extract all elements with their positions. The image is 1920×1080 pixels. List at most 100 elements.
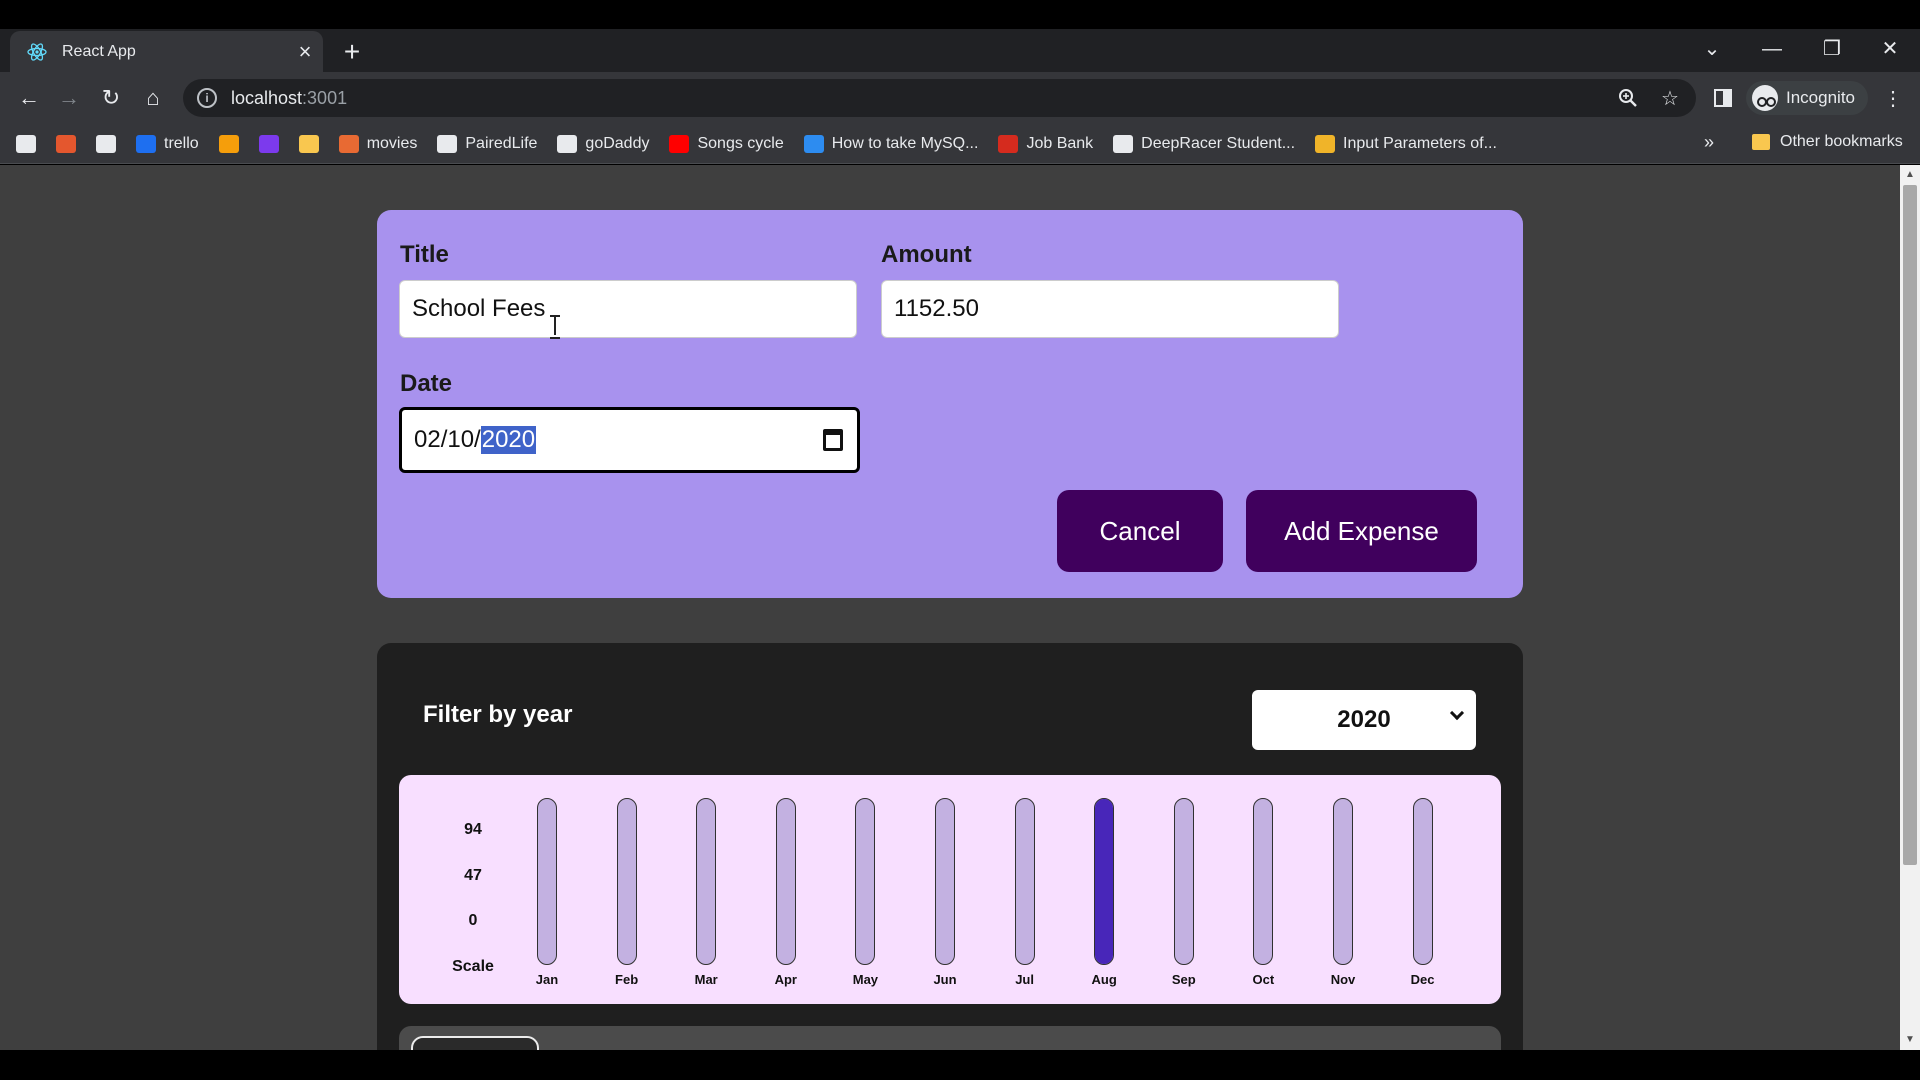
chart-bar-nov	[1333, 798, 1353, 965]
chart-bar-fill	[1095, 799, 1114, 964]
tab-strip: React App × + ⌄ — ❐ ✕	[0, 0, 1920, 72]
reload-icon[interactable]: ↻	[94, 81, 128, 115]
browser-menu-icon[interactable]: ⋮	[1876, 81, 1910, 115]
red-chevron-icon	[56, 134, 76, 153]
package-icon	[1315, 134, 1336, 153]
chart-month-label: May	[852, 972, 879, 987]
chart-month-label: Jul	[1015, 972, 1034, 987]
bookmark-label: Songs cycle	[697, 134, 784, 152]
scale-label: Scale	[452, 958, 494, 975]
bookmark-item[interactable]: DeepRacer Student...	[1113, 134, 1296, 153]
scrollbar-thumb[interactable]	[1903, 185, 1917, 865]
bookmark-item[interactable]	[298, 134, 319, 153]
chart-bar-jan	[537, 798, 557, 965]
ticket-icon	[96, 134, 116, 153]
close-window-icon[interactable]: ✕	[1870, 32, 1910, 66]
bookmark-item[interactable]	[96, 134, 116, 153]
bookmark-item[interactable]: Input Parameters of...	[1315, 134, 1497, 153]
bookmark-item[interactable]	[218, 134, 239, 153]
minimize-icon[interactable]: —	[1752, 32, 1792, 66]
chart-month-label: Jun	[933, 972, 957, 987]
bookmark-label: movies	[366, 134, 418, 152]
cancel-button[interactable]: Cancel	[1057, 490, 1223, 572]
godaddy-icon	[557, 134, 578, 153]
chart-bar-sep	[1173, 798, 1194, 965]
tab-search-icon[interactable]: ⌄	[1692, 32, 1732, 66]
bookmark-item[interactable]: PairedLife	[437, 134, 538, 153]
title-input[interactable]: School Fees	[399, 280, 857, 339]
bookmark-list: trello movies PairedLife goDaddy Songs cycle…	[16, 134, 1517, 153]
chart-month-label: Feb	[615, 972, 639, 987]
chart-bar-feb	[616, 798, 637, 965]
scale-tick-mid: 47	[464, 867, 482, 884]
bookmark-item[interactable]: Job Bank	[998, 134, 1094, 153]
forward-icon[interactable]: →	[52, 81, 86, 115]
chart-bar-jul	[1014, 798, 1035, 965]
bookmark-item[interactable]	[258, 134, 279, 153]
bookmark-item[interactable]	[16, 134, 36, 153]
chart-month-label: Nov	[1330, 972, 1356, 987]
maple-leaf-icon	[998, 134, 1019, 153]
amount-input[interactable]: 1152.50	[881, 280, 1339, 338]
date-year-segment[interactable]: 2020	[480, 426, 537, 454]
address-bar[interactable]: i localhost:3001	[183, 79, 1696, 117]
react-icon	[26, 41, 48, 63]
bookmark-item[interactable]: movies	[338, 134, 418, 153]
chart-month-label: Aug	[1091, 972, 1117, 987]
close-tab-icon[interactable]: ×	[287, 39, 323, 65]
cloud-icon	[803, 134, 824, 153]
amount-label: Amount	[881, 241, 972, 268]
restore-icon[interactable]: ❐	[1812, 32, 1852, 66]
bookmark-star-icon[interactable]: ☆	[1653, 81, 1687, 115]
bookmarks-bar: trello movies PairedLife goDaddy Songs cycle…	[0, 124, 1920, 164]
bookmark-item[interactable]: How to take MySQ...	[803, 134, 979, 153]
scroll-down-icon[interactable]: ▼	[1900, 1032, 1920, 1048]
bookmark-item[interactable]	[56, 134, 76, 153]
title-label: Title	[400, 241, 449, 268]
chart-month-label: Apr	[774, 972, 797, 987]
other-bookmarks-label: Other bookmarks	[1780, 133, 1903, 150]
trello-icon	[136, 134, 156, 153]
incognito-profile-button[interactable]: Incognito	[1746, 81, 1868, 115]
zoom-icon[interactable]	[1611, 81, 1645, 115]
infinity-icon	[218, 134, 239, 153]
add-expense-button[interactable]: Add Expense	[1246, 490, 1477, 572]
year-filter-select[interactable]: 2020	[1252, 690, 1476, 750]
text-cursor-icon	[550, 315, 560, 339]
bookmark-label: DeepRacer Student...	[1141, 134, 1296, 152]
home-icon[interactable]: ⌂	[136, 81, 170, 115]
bookmark-label: How to take MySQ...	[831, 134, 979, 152]
side-panel-icon[interactable]	[1706, 81, 1740, 115]
chart-bar-dec	[1412, 798, 1433, 965]
bookmark-item[interactable]: goDaddy	[557, 134, 650, 153]
other-bookmarks-folder[interactable]: Other bookmarks	[1752, 133, 1903, 151]
bookmark-label: PairedLife	[465, 134, 538, 152]
expenses-chart: 94 47 0 Scale Jan Feb Mar Apr May Jun Jul Aug Se…	[399, 775, 1501, 1004]
back-icon[interactable]: ←	[12, 81, 46, 115]
chart-month-label: Sep	[1171, 972, 1196, 987]
new-tab-icon[interactable]: +	[336, 36, 368, 68]
date-input[interactable]: 02/10/2020	[399, 407, 860, 473]
page-viewport: Title School Fees Amount 1152.50 Date 02…	[0, 165, 1900, 1050]
site-info-icon[interactable]: i	[197, 88, 217, 108]
bookmark-label: goDaddy	[585, 134, 650, 152]
bookmark-label: Job Bank	[1026, 134, 1094, 152]
scale-tick-min: 0	[468, 912, 478, 929]
calendar-icon[interactable]	[823, 429, 843, 451]
tab-title: React App	[62, 42, 136, 60]
bookmark-item[interactable]: trello	[136, 134, 199, 153]
tab-react-app[interactable]: React App ×	[10, 31, 323, 72]
title-value: School Fees	[412, 295, 546, 322]
filter-label: Filter by year	[423, 701, 573, 728]
bottom-border	[0, 1050, 1920, 1080]
more-bookmarks-icon[interactable]: »	[1704, 132, 1714, 153]
new-expense-form: Title School Fees Amount 1152.50 Date 02…	[377, 210, 1523, 598]
page-scrollbar[interactable]: ▲ ▼	[1900, 165, 1920, 1050]
folder-icon	[298, 134, 319, 153]
folder-icon	[1752, 134, 1770, 150]
expenses-card: Filter by year 2020 94 47 0 Scale Jan Feb…	[377, 643, 1523, 1050]
scroll-up-icon[interactable]: ▲	[1900, 167, 1920, 183]
browser-toolbar: ← → ↻ ⌂ i localhost:3001 ☆ Incognito ⋮	[0, 72, 1920, 124]
movies-icon	[338, 134, 359, 153]
bookmark-item[interactable]: Songs cycle	[669, 134, 784, 153]
